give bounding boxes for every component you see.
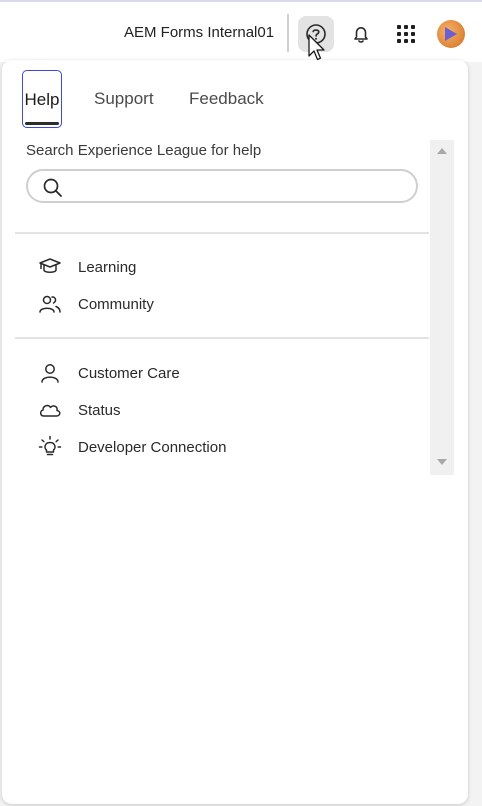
scroll-down-arrow-icon[interactable] bbox=[437, 459, 447, 465]
list-item-community[interactable]: Community bbox=[38, 291, 154, 317]
top-bar: AEM Forms Internal01 bbox=[0, 0, 482, 62]
search-field[interactable] bbox=[26, 169, 418, 203]
section-divider bbox=[15, 232, 429, 234]
tab-support[interactable]: Support bbox=[90, 70, 158, 128]
list-item-developer-connection[interactable]: Developer Connection bbox=[38, 434, 226, 460]
help-panel: Help Support Feedback Search Experience … bbox=[2, 60, 468, 804]
people-icon bbox=[38, 292, 62, 316]
person-icon bbox=[38, 361, 62, 385]
lightbulb-icon bbox=[38, 435, 62, 459]
avatar[interactable] bbox=[437, 20, 465, 48]
apps-grid-icon bbox=[397, 25, 415, 43]
org-name[interactable]: AEM Forms Internal01 bbox=[124, 24, 274, 41]
list-item-label: Learning bbox=[78, 258, 137, 276]
list-item-label: Community bbox=[78, 295, 154, 313]
list-item-learning[interactable]: Learning bbox=[38, 254, 136, 280]
list-item-status[interactable]: Status bbox=[38, 397, 121, 423]
tab-feedback[interactable]: Feedback bbox=[185, 70, 268, 128]
search-input[interactable] bbox=[76, 175, 400, 199]
tab-help[interactable]: Help bbox=[22, 70, 62, 128]
apps-button[interactable] bbox=[388, 16, 424, 52]
list-item-label: Customer Care bbox=[78, 364, 180, 382]
mouse-cursor-icon bbox=[308, 34, 325, 61]
cloud-icon bbox=[38, 398, 62, 422]
search-label: Search Experience League for help bbox=[26, 142, 262, 159]
list-item-label: Developer Connection bbox=[78, 438, 227, 456]
graduation-cap-icon bbox=[38, 255, 62, 279]
toolbar-divider bbox=[287, 14, 289, 52]
section-divider bbox=[15, 337, 429, 339]
bell-icon bbox=[354, 27, 368, 43]
search-icon bbox=[43, 178, 62, 197]
scrollbar[interactable] bbox=[430, 140, 454, 475]
scroll-up-arrow-icon[interactable] bbox=[437, 148, 447, 154]
list-item-customer-care[interactable]: Customer Care bbox=[38, 360, 180, 386]
notifications-button[interactable] bbox=[343, 16, 379, 52]
avatar-play-shape bbox=[445, 27, 457, 41]
list-item-label: Status bbox=[78, 401, 121, 419]
